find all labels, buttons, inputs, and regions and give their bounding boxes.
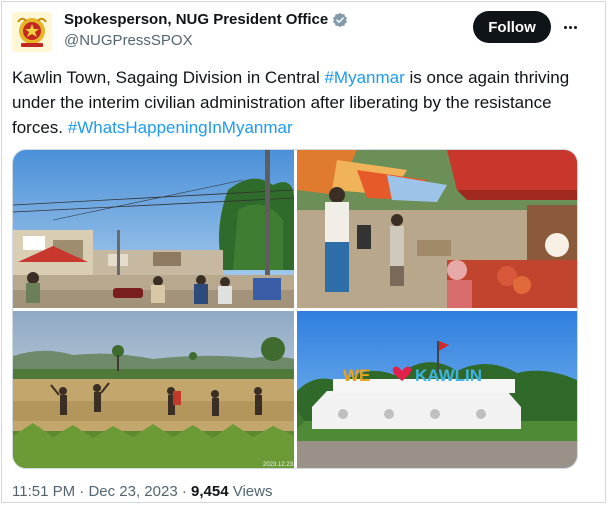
more-dot [568,25,572,29]
photo-street-scene[interactable] [13,150,294,308]
myanmar-emblem-icon [12,12,52,52]
photo-date-stamp: 2023.12.23 [263,462,294,468]
author-handle[interactable]: @NUGPressSPOX [64,32,193,49]
meta-separator: · [177,483,192,500]
media-grid: 2023.12.23 WE KAWLIN [12,149,578,469]
meta-separator: · [75,483,89,500]
photo-market-stalls[interactable] [297,150,577,308]
views-count: 9,454 [191,483,229,500]
tweet-text-part-1: Kawlin Town, Sagaing Division in Central [12,68,325,87]
follow-button[interactable]: Follow [473,11,551,43]
photo-rice-field-workers[interactable]: 2023.12.23 [13,311,294,468]
more-dot [573,25,577,29]
tweet-time[interactable]: 11:51 PM [12,483,75,500]
author-display-name[interactable]: Spokesperson, NUG President Office [64,11,328,28]
tweet-text: Kawlin Town, Sagaing Division in Central… [12,65,592,140]
more-options-icon[interactable] [558,16,582,38]
photo-kawlin-sign[interactable]: WE KAWLIN [297,311,577,468]
avatar[interactable] [12,12,52,52]
tweet-card: Spokesperson, NUG President Office @NUGP… [1,1,606,503]
more-dot [563,25,567,29]
sign-text-we: WE [343,366,370,385]
tweet-meta: 11:51 PM · Dec 23, 2023 · 9,454 Views [12,483,272,500]
sign-text-kawlin: KAWLIN [415,366,482,385]
hashtag-whatshappening[interactable]: #WhatsHappeningInMyanmar [68,118,293,137]
verified-badge-icon [333,12,348,27]
hashtag-myanmar[interactable]: #Myanmar [324,68,404,87]
tweet-date[interactable]: Dec 23, 2023 [88,483,177,500]
author-name-row: Spokesperson, NUG President Office [64,11,348,28]
views-label: Views [228,483,273,500]
